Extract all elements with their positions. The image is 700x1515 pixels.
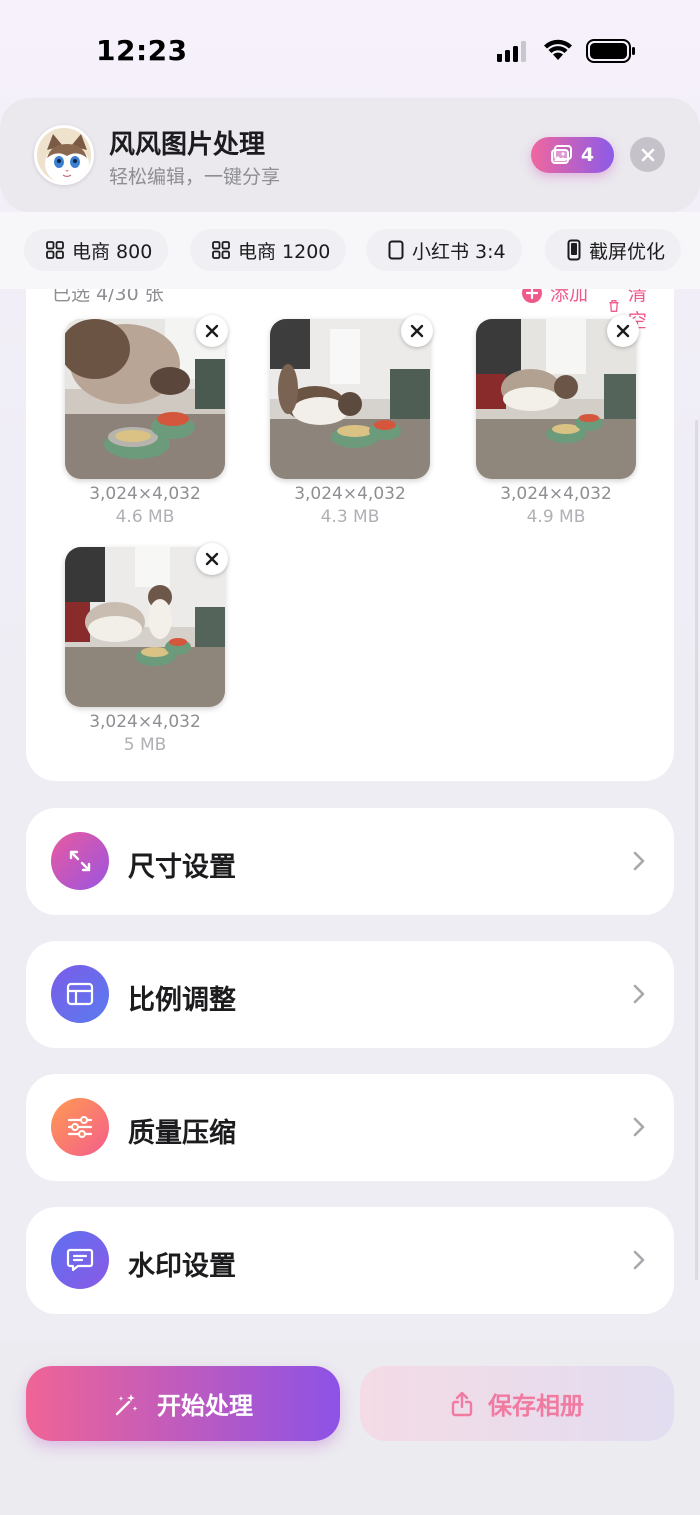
app-title: 风风图片处理 (109, 130, 266, 160)
message-icon (51, 1231, 109, 1289)
settings-row-quality[interactable]: 质量压缩 (26, 1074, 674, 1181)
resize-icon (51, 832, 109, 890)
app-subtitle: 轻松编辑，一键分享 (109, 166, 281, 188)
sliders-icon (51, 1098, 109, 1156)
remove-image-button[interactable] (196, 543, 228, 575)
image-file-size: 4.6 MB (115, 507, 175, 527)
start-processing-button[interactable]: 开始处理 (26, 1366, 340, 1441)
settings-row-watermark[interactable]: 水印设置 (26, 1207, 674, 1314)
portrait-frame-icon (388, 240, 404, 260)
setting-label: 水印设置 (128, 1251, 236, 1282)
preset-ecommerce-1200[interactable]: 电商 1200 (190, 229, 347, 271)
preset-ecommerce-800[interactable]: 电商 800 (24, 229, 169, 271)
close-button[interactable] (630, 137, 665, 172)
preset-screenshot-optimize[interactable]: 截屏优化 (545, 229, 682, 271)
chevron-right-icon (633, 1117, 645, 1137)
scrollbar[interactable] (695, 420, 698, 1280)
save-label: 保存相册 (488, 1392, 584, 1420)
close-icon (205, 324, 219, 338)
cat-logo-icon (37, 128, 91, 182)
images-icon (550, 145, 572, 164)
chevron-right-icon (633, 984, 645, 1004)
image-dimensions: 3,024×4,032 (294, 484, 406, 504)
images-card: 已选 4/30 张 添加 清空 3,024×4,032 4.6 MB 3,024… (26, 260, 674, 781)
grid-icon (46, 241, 64, 259)
close-icon (410, 324, 424, 338)
preset-xiaohongshu-3-4[interactable]: 小红书 3:4 (366, 229, 522, 271)
image-dimensions: 3,024×4,032 (89, 712, 201, 732)
preset-label: 电商 1200 (238, 240, 331, 263)
cellular-signal-icon (497, 41, 526, 62)
preset-label: 电商 800 (72, 240, 153, 263)
settings-row-size[interactable]: 尺寸设置 (26, 808, 674, 915)
chevron-right-icon (633, 1250, 645, 1270)
settings-row-aspect-ratio[interactable]: 比例调整 (26, 941, 674, 1048)
trash-icon (609, 300, 619, 312)
preset-label: 小红书 3:4 (412, 240, 506, 263)
remove-image-button[interactable] (401, 315, 433, 347)
close-icon (616, 324, 630, 338)
presets-bar: 电商 800 电商 1200 小红书 3:4 截屏优化 (0, 212, 700, 289)
selected-images-badge[interactable]: 4 (531, 137, 614, 173)
remove-image-button[interactable] (607, 315, 639, 347)
status-time: 12:23 (96, 34, 188, 67)
app-header: 风风图片处理 轻松编辑，一键分享 4 (0, 98, 700, 212)
battery-icon (586, 39, 635, 63)
preset-label: 截屏优化 (589, 240, 666, 263)
start-label: 开始处理 (157, 1392, 253, 1420)
badge-count: 4 (580, 144, 595, 166)
image-file-size: 4.9 MB (526, 507, 586, 527)
close-icon (641, 148, 654, 161)
image-file-size: 5 MB (123, 735, 167, 755)
wifi-icon (544, 39, 572, 60)
chevron-right-icon (633, 851, 645, 871)
phone-icon (567, 239, 581, 261)
remove-image-button[interactable] (196, 315, 228, 347)
image-item[interactable]: 3,024×4,032 4.9 MB (476, 315, 639, 529)
status-bar: 12:23 (0, 0, 700, 100)
setting-label: 质量压缩 (128, 1118, 236, 1149)
app-logo (34, 125, 94, 185)
setting-label: 比例调整 (128, 985, 236, 1016)
image-item[interactable]: 3,024×4,032 5 MB (65, 543, 228, 757)
save-to-album-button[interactable]: 保存相册 (360, 1366, 674, 1441)
grid-icon (212, 241, 230, 259)
image-dimensions: 3,024×4,032 (500, 484, 612, 504)
image-item[interactable]: 3,024×4,032 4.6 MB (65, 315, 228, 529)
image-item[interactable]: 3,024×4,032 4.3 MB (270, 315, 433, 529)
share-icon (451, 1391, 473, 1416)
image-file-size: 4.3 MB (320, 507, 380, 527)
setting-label: 尺寸设置 (128, 852, 236, 883)
aspect-ratio-icon (51, 965, 109, 1023)
magic-wand-icon (115, 1393, 138, 1415)
close-icon (205, 552, 219, 566)
image-dimensions: 3,024×4,032 (89, 484, 201, 504)
